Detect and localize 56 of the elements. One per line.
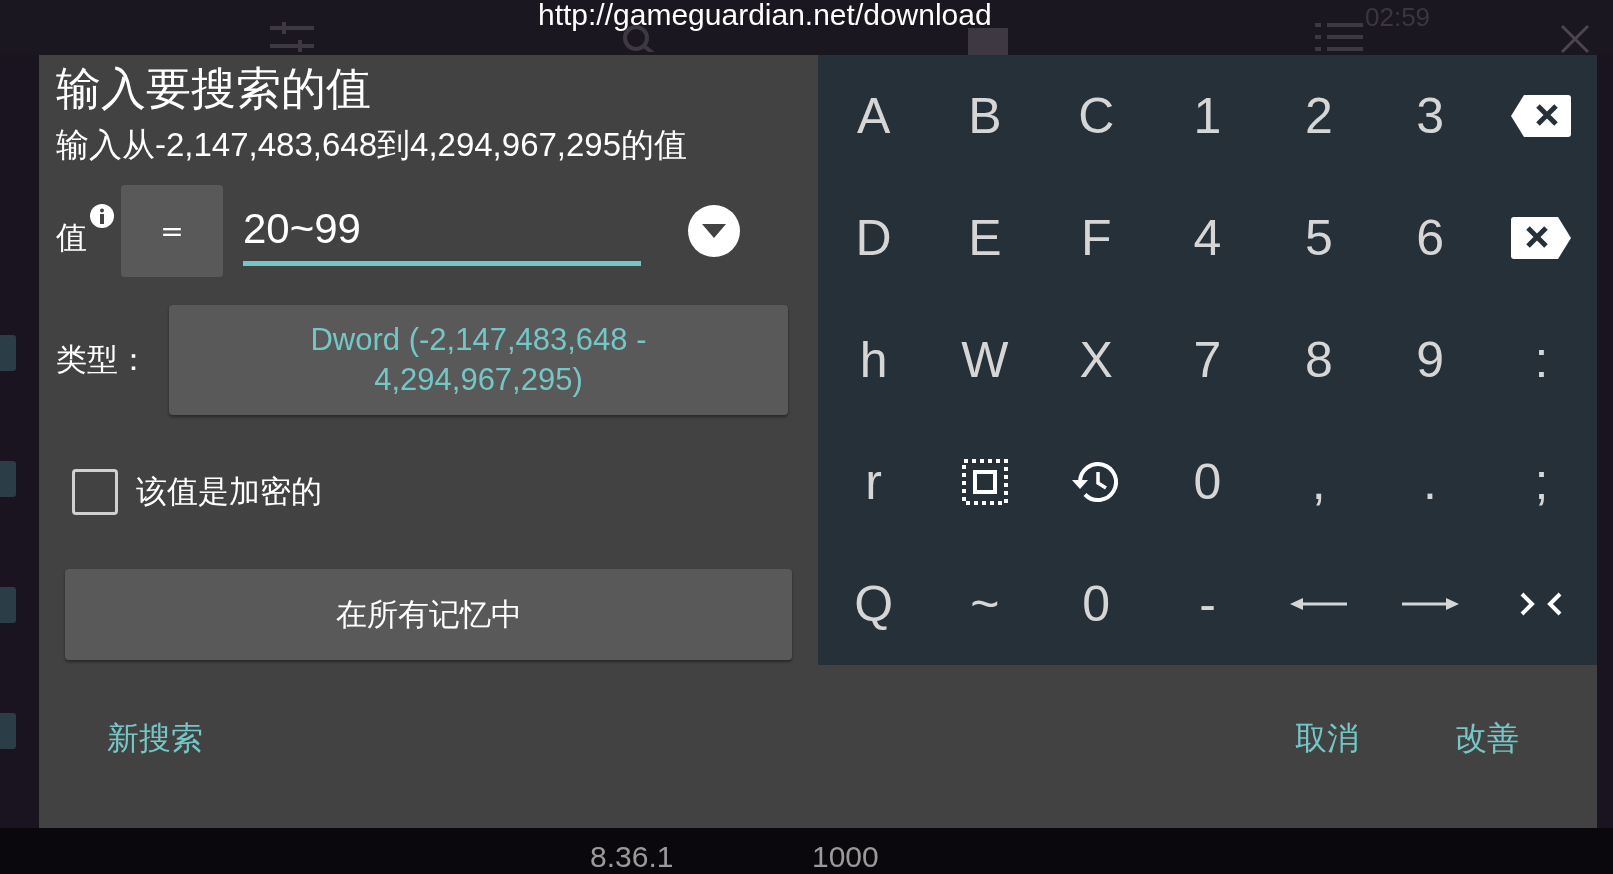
info-icon[interactable] [89, 203, 115, 229]
key[interactable]: D [818, 177, 930, 299]
type-selector[interactable]: Dword (-2,147,483,648 - 4,294,967,295) [169, 305, 788, 415]
url-text: http://gameguardian.net/download [538, 0, 992, 30]
cancel-button[interactable]: 取消 [1287, 708, 1367, 769]
key[interactable]: ; [1485, 421, 1597, 543]
checkbox[interactable] [72, 469, 118, 515]
dropdown-button[interactable] [688, 205, 740, 257]
version-text: 8.36.1 [590, 840, 674, 874]
key[interactable]: 9 [1374, 299, 1486, 421]
key[interactable]: 3 [1374, 55, 1486, 177]
key[interactable]: 0 [1040, 543, 1152, 665]
type-label: 类型： [56, 340, 149, 379]
key[interactable]: ~ [929, 543, 1041, 665]
caret-icon [702, 224, 726, 238]
key[interactable]: . [1374, 421, 1486, 543]
range-hint: 输入从-2,147,483,648到4,294,967,295的值 [56, 125, 689, 165]
key[interactable]: B [929, 55, 1041, 177]
key[interactable]: 5 [1263, 177, 1375, 299]
key[interactable]: 1 [1151, 55, 1264, 177]
key[interactable]: 4 [1151, 177, 1264, 299]
list-icon [1315, 22, 1363, 52]
dialog-title: 输入要搜索的值 [56, 61, 372, 117]
key[interactable]: A [818, 55, 930, 177]
value-input[interactable]: 20~99 [243, 196, 641, 266]
key[interactable]: h [818, 299, 930, 421]
select-all-icon [960, 458, 1009, 506]
checkbox-label: 该值是加密的 [136, 472, 322, 511]
key[interactable]: 6 [1374, 177, 1486, 299]
key[interactable]: 7 [1151, 299, 1264, 421]
right-arrow-icon [1401, 597, 1460, 611]
key[interactable]: C [1040, 55, 1152, 177]
collapse-icon [1519, 591, 1564, 617]
operator-button[interactable]: = [121, 185, 223, 277]
count-text: 1000 [812, 840, 879, 874]
sliders-icon [270, 22, 314, 52]
key[interactable]: F [1040, 177, 1152, 299]
delete-icon [1510, 215, 1573, 261]
refine-button[interactable]: 改善 [1447, 708, 1527, 769]
left-arrow-icon [1289, 597, 1348, 611]
value-label: 值 [56, 218, 87, 257]
key[interactable]: E [929, 177, 1041, 299]
key[interactable]: Q [818, 543, 930, 665]
key[interactable]: W [929, 299, 1041, 421]
key[interactable]: 8 [1263, 299, 1375, 421]
close-icon [1560, 24, 1590, 54]
key[interactable]: : [1485, 299, 1597, 421]
new-search-button[interactable]: 新搜索 [99, 708, 211, 769]
key[interactable]: X [1040, 299, 1152, 421]
memory-region-button[interactable]: 在所有记忆中 [65, 569, 792, 660]
backspace-icon [1510, 93, 1573, 139]
key[interactable]: - [1151, 543, 1264, 665]
key[interactable]: 2 [1263, 55, 1375, 177]
key[interactable]: 0 [1151, 421, 1264, 543]
key[interactable]: , [1263, 421, 1375, 543]
key[interactable]: r [818, 421, 930, 543]
